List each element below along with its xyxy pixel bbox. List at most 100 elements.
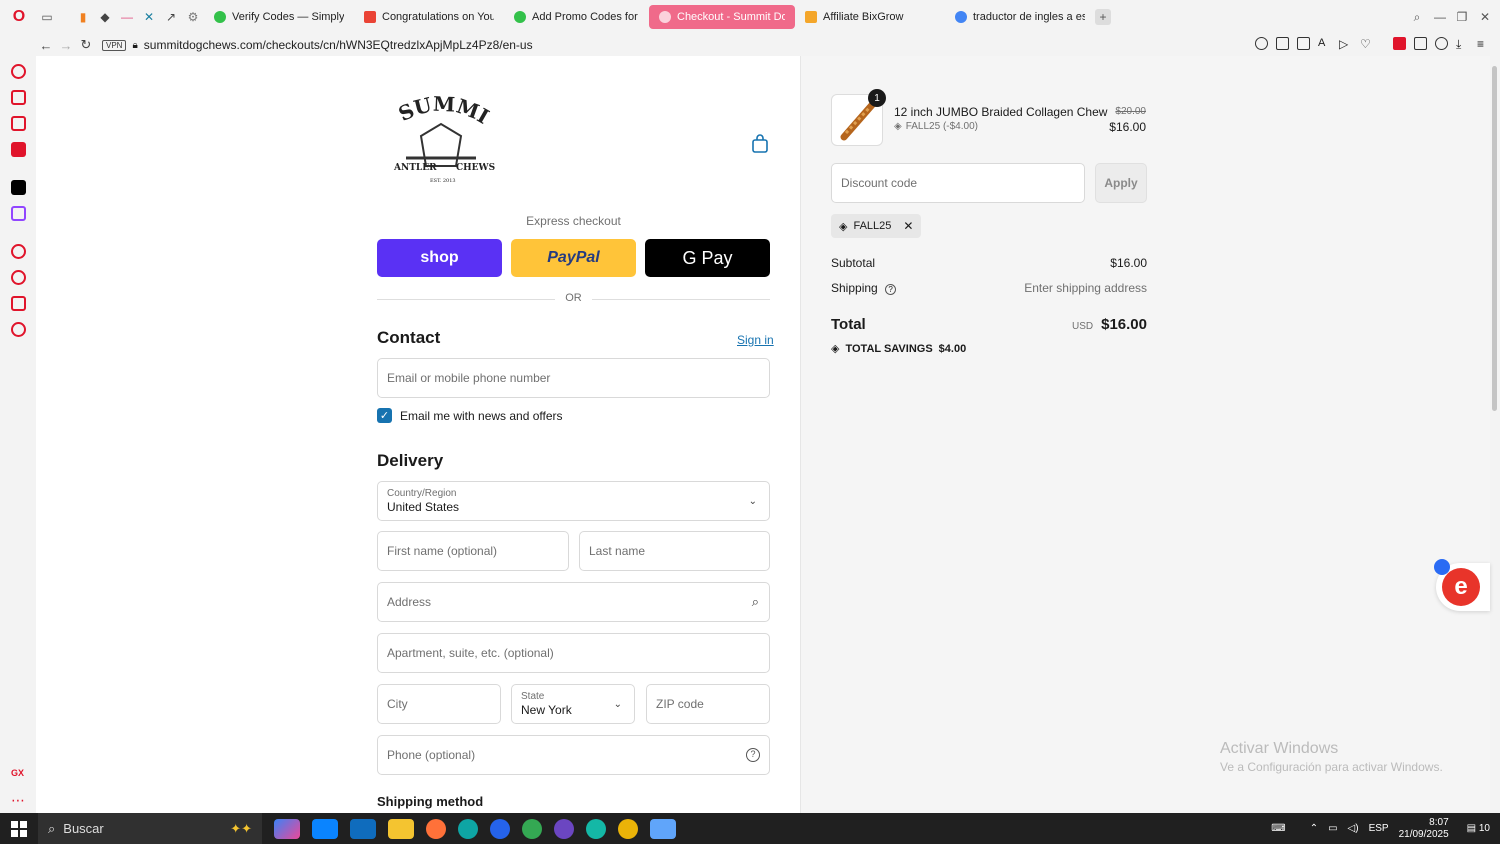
windows-start-icon[interactable] [0,813,38,844]
opera-gx-icon[interactable] [554,818,574,839]
history-icon[interactable] [11,270,26,285]
opera-air-icon[interactable] [586,818,606,839]
back-icon[interactable]: ← [36,38,56,53]
vpn-badge[interactable]: VPN [102,39,127,51]
language-indicator[interactable]: ESP [1369,823,1389,834]
chat-widget[interactable]: e [1434,559,1490,611]
pinned-tab-icon[interactable]: ▮ [72,6,94,28]
news-checkbox-row[interactable]: ✓ Email me with news and offers [377,408,563,423]
close-window-icon[interactable]: ✕ [1474,6,1496,28]
crypto-wallet-icon[interactable] [11,90,26,105]
tab-checkout-summit[interactable]: Checkout - Summit Dog C [649,5,795,29]
first-name-field[interactable]: First name (optional) [377,531,569,571]
tab-traductor[interactable]: traductor de ingles a espa [945,5,1095,29]
paypal-button[interactable]: PayPal [511,239,636,277]
clock[interactable]: 8:07 21/09/2025 [1399,817,1449,841]
twitch-icon[interactable] [11,206,26,221]
firefox-icon[interactable] [426,818,446,839]
city-field[interactable]: City [377,684,501,724]
phone-field[interactable]: Phone (optional) ? [377,735,770,775]
reload-icon[interactable]: ↻ [76,37,96,53]
pin-icon[interactable] [1255,37,1268,50]
zip-field[interactable]: ZIP code [646,684,770,724]
pinned-tab-icon[interactable]: ✕ [138,6,160,28]
opera-logo-icon[interactable]: O [8,6,30,28]
tiktok-icon[interactable] [11,180,26,195]
discount-code-input[interactable]: Discount code [831,163,1085,203]
scrollbar-thumb[interactable] [1492,66,1497,411]
copilot-icon[interactable] [274,818,300,839]
chevron-up-icon[interactable]: ⌃ [1310,823,1318,834]
google-pay-button[interactable]: G Pay [645,239,770,277]
pinned-tab-icon[interactable]: ⚙ [182,6,204,28]
summit-logo[interactable]: SUMMIT ANTLER CHEWS EST. 2013 [386,96,496,186]
edge-dev-icon[interactable] [490,818,510,839]
play-icon[interactable]: ▷ [1339,37,1352,51]
edge-icon[interactable] [458,818,478,839]
speaker-icon[interactable]: ◁) [1348,823,1359,834]
pinned-tab-icon[interactable]: ↗ [160,6,182,28]
keyboard-icon[interactable]: ⌨ [1271,823,1285,834]
vpn-app-icon[interactable] [650,818,676,839]
sidebar-app-icon[interactable] [11,142,26,157]
notifications-icon[interactable]: ▤ 10 [1467,823,1490,834]
state-select[interactable]: State New York ⌄ [511,684,635,724]
checkbox-checked-icon[interactable]: ✓ [377,408,392,423]
remove-code-icon[interactable]: ✕ [903,219,913,233]
extension-badge-icon[interactable] [1393,37,1406,50]
tab-congratulations[interactable]: Congratulations on Your N [354,5,504,29]
minimize-icon[interactable]: — [1429,6,1451,28]
more-dots-icon[interactable]: ⋯ [11,792,26,808]
tab-add-promo-codes[interactable]: Add Promo Codes for Su [504,5,649,29]
aria-icon[interactable] [11,64,26,79]
extensions-sidebar-icon[interactable] [11,296,26,311]
outlook-icon[interactable] [350,818,376,839]
search-tabs-icon[interactable]: ⌕ [1406,6,1428,28]
store-icon[interactable] [312,818,338,839]
url-field[interactable]: summitdogchews.com/checkouts/cn/hWN3EQtr… [144,38,533,52]
extensions-icon[interactable] [1414,37,1427,50]
snapshot-icon[interactable] [1276,37,1289,50]
shopping-bag-icon[interactable] [751,134,769,154]
pinned-tab-icon[interactable]: — [116,6,138,28]
windows-taskbar: ⌕ Buscar ✦✦ ⌨ ⌃ ▭ ◁) ESP 8:07 21/09/2025… [0,813,1500,844]
browser-tab-bar: O ▭ ▮ ◆ — ✕ ↗ ⚙ Verify Codes — Simply Co … [0,0,1500,34]
pinned-tab-icon[interactable]: ◆ [94,6,116,28]
menu-icon[interactable]: ≡ [1477,37,1490,51]
sparkle-icon: ✦✦ [230,820,252,836]
tab-verify-codes[interactable]: Verify Codes — SimplyCo [204,5,354,29]
chrome-icon[interactable] [522,818,542,839]
total-value: $16.00 [1101,316,1147,333]
settings-gear-icon[interactable] [11,322,26,337]
apply-button[interactable]: Apply [1095,163,1147,203]
download-icon[interactable]: ⤓ [1456,37,1469,51]
apartment-field[interactable]: Apartment, suite, etc. (optional) [377,633,770,673]
network-icon[interactable]: ▭ [1328,823,1337,834]
email-field[interactable]: Email or mobile phone number [377,358,770,398]
country-select[interactable]: Country/Region United States ⌄ [377,481,770,521]
product-name: 12 inch JUMBO Braided Collagen Chew [894,105,1108,119]
help-circle-icon[interactable]: ? [885,284,897,295]
lock-icon: 🔒︎ [132,39,138,51]
player-icon[interactable] [11,244,26,259]
heart-icon[interactable]: ♡ [1360,37,1373,51]
tab-affiliate-bixgrow[interactable]: Affiliate BixGrow [795,5,945,29]
file-explorer-icon[interactable] [388,818,414,839]
profile-icon[interactable] [1435,37,1448,50]
help-circle-icon[interactable]: ? [746,748,760,762]
last-name-field[interactable]: Last name [579,531,770,571]
new-tab-plus-icon[interactable]: + [1095,9,1111,25]
opera-icon[interactable] [618,818,638,839]
workspaces-icon[interactable]: ▭ [36,6,58,28]
restore-icon[interactable]: ❐ [1451,6,1473,28]
taskbar-search[interactable]: ⌕ Buscar ✦✦ [38,813,262,844]
sign-in-link[interactable]: Sign in [737,333,774,347]
shield-icon[interactable] [1297,37,1310,50]
gx-icon[interactable]: GX [11,768,26,783]
forward-icon[interactable]: → [56,38,76,53]
address-field[interactable]: Address ⌕ [377,582,770,622]
shop-pay-button[interactable]: shop [377,239,502,277]
page-scrollbar[interactable] [1490,56,1500,813]
sidebar-app-icon[interactable] [11,116,26,131]
translate-icon[interactable]: A [1318,37,1331,50]
